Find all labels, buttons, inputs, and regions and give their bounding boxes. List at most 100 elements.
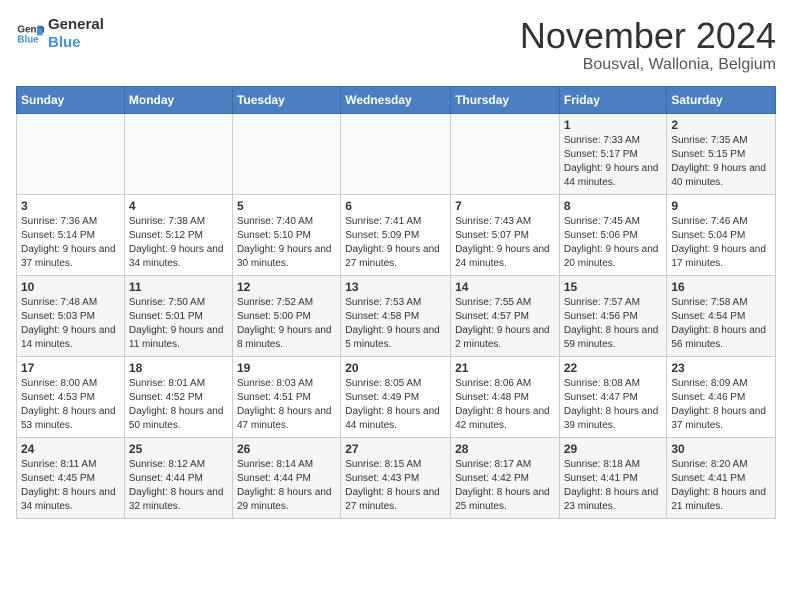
day-info: Sunrise: 7:38 AM Sunset: 5:12 PM Dayligh… xyxy=(129,215,228,271)
day-number: 26 xyxy=(237,442,336,456)
day-cell: 29 Sunrise: 8:18 AM Sunset: 4:41 PM Dayli… xyxy=(559,437,667,518)
month-title: November 2024 xyxy=(520,16,776,56)
header: General Blue General Blue November 2024 … xyxy=(16,16,776,74)
day-info: Sunrise: 8:14 AM Sunset: 4:44 PM Dayligh… xyxy=(237,458,336,514)
day-info: Sunrise: 8:09 AM Sunset: 4:46 PM Dayligh… xyxy=(671,377,771,433)
day-cell: 14Sunrise: 7:55 AM Sunset: 4:57 PM Dayli… xyxy=(451,275,560,356)
day-cell: 6 Sunrise: 7:41 AM Sunset: 5:09 PM Daylig… xyxy=(341,194,451,275)
day-info: Sunrise: 7:57 AM Sunset: 4:56 PM Dayligh… xyxy=(564,296,663,352)
week-row-3: 17 Sunrise: 8:00 AM Sunset: 4:53 PM Dayli… xyxy=(17,356,776,437)
day-number: 23 xyxy=(671,361,771,375)
day-cell xyxy=(124,113,232,194)
day-number: 7 xyxy=(455,199,555,213)
day-number: 20 xyxy=(345,361,446,375)
day-cell: 21 Sunrise: 8:06 AM Sunset: 4:48 PM Dayli… xyxy=(451,356,560,437)
day-cell: 19Sunrise: 8:03 AM Sunset: 4:51 PM Dayli… xyxy=(232,356,340,437)
day-cell: 28 Sunrise: 8:17 AM Sunset: 4:42 PM Dayli… xyxy=(451,437,560,518)
day-info: Sunrise: 7:40 AM Sunset: 5:10 PM Dayligh… xyxy=(237,215,336,271)
day-info: Sunrise: 8:18 AM Sunset: 4:41 PM Dayligh… xyxy=(564,458,663,514)
day-info: Sunrise: 8:08 AM Sunset: 4:47 PM Dayligh… xyxy=(564,377,663,433)
day-cell xyxy=(341,113,451,194)
day-number: 8 xyxy=(564,199,663,213)
day-number: 6 xyxy=(345,199,446,213)
day-info: Sunrise: 8:00 AM Sunset: 4:53 PM Dayligh… xyxy=(21,377,120,433)
day-info: Sunrise: 8:20 AM Sunset: 4:41 PM Dayligh… xyxy=(671,458,771,514)
day-number: 2 xyxy=(671,118,771,132)
day-info: Sunrise: 8:11 AM Sunset: 4:45 PM Dayligh… xyxy=(21,458,120,514)
week-row-2: 10Sunrise: 7:48 AM Sunset: 5:03 PM Dayli… xyxy=(17,275,776,356)
day-cell: 2 Sunrise: 7:35 AM Sunset: 5:15 PM Daylig… xyxy=(667,113,776,194)
day-cell: 5 Sunrise: 7:40 AM Sunset: 5:10 PM Daylig… xyxy=(232,194,340,275)
day-cell: 16 Sunrise: 7:58 AM Sunset: 4:54 PM Dayli… xyxy=(667,275,776,356)
day-info: Sunrise: 7:36 AM Sunset: 5:14 PM Dayligh… xyxy=(21,215,120,271)
day-info: Sunrise: 8:05 AM Sunset: 4:49 PM Dayligh… xyxy=(345,377,446,433)
day-cell xyxy=(17,113,125,194)
day-info: Sunrise: 7:58 AM Sunset: 4:54 PM Dayligh… xyxy=(671,296,771,352)
day-number: 12 xyxy=(237,280,336,294)
location-title: Bousval, Wallonia, Belgium xyxy=(520,56,776,74)
logo-line1: General xyxy=(48,16,104,34)
day-cell: 1Sunrise: 7:33 AM Sunset: 5:17 PM Daylig… xyxy=(559,113,667,194)
day-number: 24 xyxy=(21,442,120,456)
day-info: Sunrise: 7:41 AM Sunset: 5:09 PM Dayligh… xyxy=(345,215,446,271)
day-cell: 17 Sunrise: 8:00 AM Sunset: 4:53 PM Dayli… xyxy=(17,356,125,437)
day-cell: 15 Sunrise: 7:57 AM Sunset: 4:56 PM Dayli… xyxy=(559,275,667,356)
day-info: Sunrise: 7:52 AM Sunset: 5:00 PM Dayligh… xyxy=(237,296,336,352)
day-number: 15 xyxy=(564,280,663,294)
day-info: Sunrise: 7:43 AM Sunset: 5:07 PM Dayligh… xyxy=(455,215,555,271)
day-info: Sunrise: 8:12 AM Sunset: 4:44 PM Dayligh… xyxy=(129,458,228,514)
header-wednesday: Wednesday xyxy=(341,86,451,113)
day-number: 25 xyxy=(129,442,228,456)
day-number: 5 xyxy=(237,199,336,213)
day-number: 29 xyxy=(564,442,663,456)
day-cell: 23 Sunrise: 8:09 AM Sunset: 4:46 PM Dayli… xyxy=(667,356,776,437)
day-number: 9 xyxy=(671,199,771,213)
day-info: Sunrise: 8:06 AM Sunset: 4:48 PM Dayligh… xyxy=(455,377,555,433)
header-sunday: Sunday xyxy=(17,86,125,113)
day-cell: 3 Sunrise: 7:36 AM Sunset: 5:14 PM Daylig… xyxy=(17,194,125,275)
day-number: 21 xyxy=(455,361,555,375)
day-cell: 22Sunrise: 8:08 AM Sunset: 4:47 PM Dayli… xyxy=(559,356,667,437)
header-tuesday: Tuesday xyxy=(232,86,340,113)
day-cell: 25 Sunrise: 8:12 AM Sunset: 4:44 PM Dayli… xyxy=(124,437,232,518)
day-cell: 20 Sunrise: 8:05 AM Sunset: 4:49 PM Dayli… xyxy=(341,356,451,437)
day-number: 1 xyxy=(564,118,663,132)
day-number: 28 xyxy=(455,442,555,456)
day-info: Sunrise: 8:15 AM Sunset: 4:43 PM Dayligh… xyxy=(345,458,446,514)
day-number: 18 xyxy=(129,361,228,375)
day-info: Sunrise: 7:53 AM Sunset: 4:58 PM Dayligh… xyxy=(345,296,446,352)
day-number: 4 xyxy=(129,199,228,213)
day-cell xyxy=(232,113,340,194)
week-row-1: 3 Sunrise: 7:36 AM Sunset: 5:14 PM Daylig… xyxy=(17,194,776,275)
day-cell: 30Sunrise: 8:20 AM Sunset: 4:41 PM Dayli… xyxy=(667,437,776,518)
day-cell: 7 Sunrise: 7:43 AM Sunset: 5:07 PM Daylig… xyxy=(451,194,560,275)
day-number: 11 xyxy=(129,280,228,294)
day-cell: 8 Sunrise: 7:45 AM Sunset: 5:06 PM Daylig… xyxy=(559,194,667,275)
day-info: Sunrise: 8:01 AM Sunset: 4:52 PM Dayligh… xyxy=(129,377,228,433)
day-cell: 4 Sunrise: 7:38 AM Sunset: 5:12 PM Daylig… xyxy=(124,194,232,275)
day-number: 17 xyxy=(21,361,120,375)
day-info: Sunrise: 7:46 AM Sunset: 5:04 PM Dayligh… xyxy=(671,215,771,271)
day-number: 19 xyxy=(237,361,336,375)
day-info: Sunrise: 7:45 AM Sunset: 5:06 PM Dayligh… xyxy=(564,215,663,271)
logo: General Blue General Blue xyxy=(16,16,104,52)
header-monday: Monday xyxy=(124,86,232,113)
day-cell: 26 Sunrise: 8:14 AM Sunset: 4:44 PM Dayli… xyxy=(232,437,340,518)
day-info: Sunrise: 7:55 AM Sunset: 4:57 PM Dayligh… xyxy=(455,296,555,352)
day-info: Sunrise: 7:48 AM Sunset: 5:03 PM Dayligh… xyxy=(21,296,120,352)
day-number: 16 xyxy=(671,280,771,294)
day-info: Sunrise: 7:35 AM Sunset: 5:15 PM Dayligh… xyxy=(671,134,771,190)
day-cell: 12 Sunrise: 7:52 AM Sunset: 5:00 PM Dayli… xyxy=(232,275,340,356)
day-cell xyxy=(451,113,560,194)
calendar-table: SundayMondayTuesdayWednesdayThursdayFrid… xyxy=(16,86,776,519)
header-saturday: Saturday xyxy=(667,86,776,113)
day-cell: 24 Sunrise: 8:11 AM Sunset: 4:45 PM Dayli… xyxy=(17,437,125,518)
logo-line2: Blue xyxy=(48,34,104,52)
day-cell: 9 Sunrise: 7:46 AM Sunset: 5:04 PM Daylig… xyxy=(667,194,776,275)
day-info: Sunrise: 7:50 AM Sunset: 5:01 PM Dayligh… xyxy=(129,296,228,352)
day-cell: 10Sunrise: 7:48 AM Sunset: 5:03 PM Dayli… xyxy=(17,275,125,356)
day-number: 3 xyxy=(21,199,120,213)
day-number: 27 xyxy=(345,442,446,456)
day-info: Sunrise: 8:17 AM Sunset: 4:42 PM Dayligh… xyxy=(455,458,555,514)
day-cell: 11 Sunrise: 7:50 AM Sunset: 5:01 PM Dayli… xyxy=(124,275,232,356)
